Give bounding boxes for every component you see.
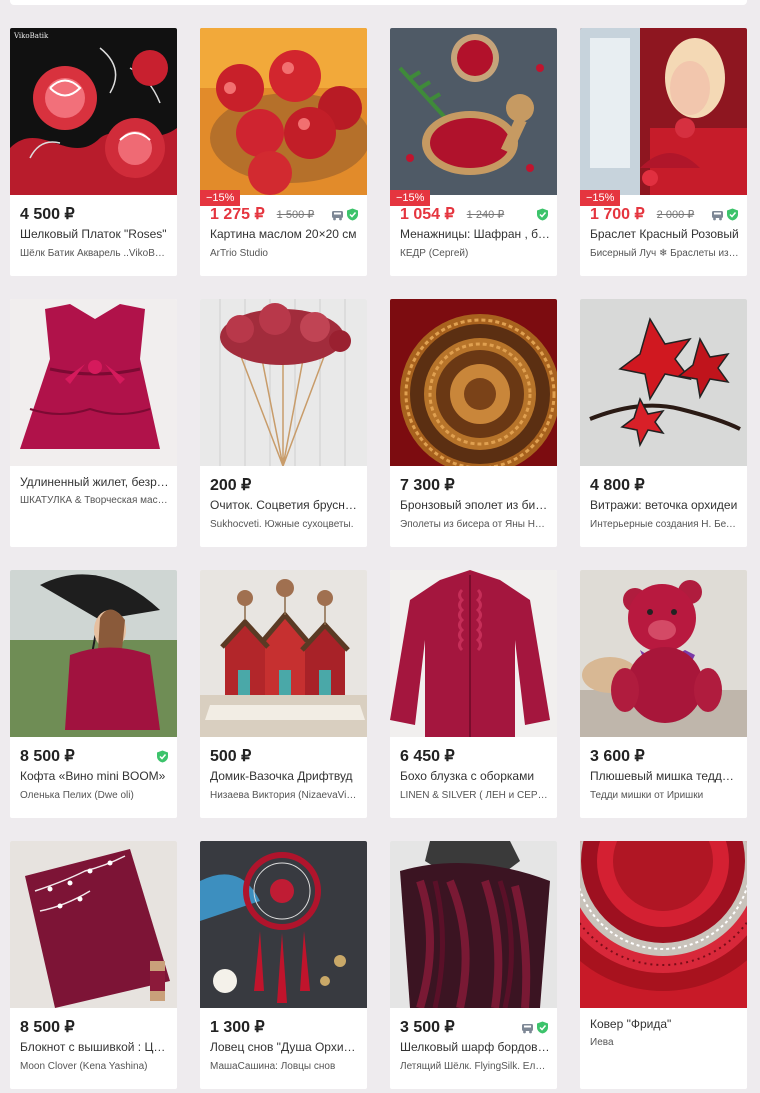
verified-shield-icon: [537, 1021, 548, 1033]
price: 1 300 ₽: [210, 1019, 265, 1036]
seller-name[interactable]: Бисерный Луч ❄ Браслеты из бисера: [590, 248, 740, 259]
product-title[interactable]: Витражи: веточка орхидеи: [590, 498, 740, 512]
verified-shield-icon: [537, 208, 548, 220]
verified-shield-icon: [157, 750, 168, 762]
price: 7 300 ₽: [400, 477, 455, 494]
product-image-stained-glass-orchid[interactable]: [580, 299, 747, 466]
product-image-dreamcatcher[interactable]: [200, 841, 367, 1008]
product-card[interactable]: 8 500 ₽ Кофта «Вино mini BOOM» Оленька П…: [10, 570, 177, 818]
verified-shield-icon: [727, 208, 738, 220]
seller-name[interactable]: Тедди мишки от Иришки: [590, 790, 740, 801]
price: 8 500 ₽: [20, 748, 75, 765]
product-card[interactable]: 3 500 ₽ Шелковый шарф бордовый Летящий Ш…: [390, 841, 557, 1089]
product-title[interactable]: Плюшевый мишка тедди Вишня: [590, 769, 740, 783]
seller-name[interactable]: МашаСашина: Ловцы снов: [210, 1061, 360, 1072]
product-image-boho-blouse[interactable]: [390, 570, 557, 737]
product-image-knit-sweater[interactable]: [10, 570, 177, 737]
product-title[interactable]: Бронзовый эполет из бисера: [400, 498, 550, 512]
product-card[interactable]: −15% 1 275 ₽ 1 500 ₽ Картина маслом 20×2…: [200, 28, 367, 276]
price: 8 500 ₽: [20, 1019, 75, 1036]
old-price: 1 240 ₽: [466, 208, 505, 221]
product-title[interactable]: Менажницы: Шафран , береза: [400, 227, 550, 241]
product-card[interactable]: −15% 1 700 ₽ 2 000 ₽ Браслет Красный Роз…: [580, 28, 747, 276]
price: 3 500 ₽: [400, 1019, 455, 1036]
product-card[interactable]: Ковер "Фрида" Иева: [580, 841, 747, 1089]
product-card[interactable]: 3 600 ₽ Плюшевый мишка тедди Вишня Тедди…: [580, 570, 747, 818]
verified-shield-icon: [347, 208, 358, 220]
previous-card-row-edge: [10, 0, 747, 5]
product-card[interactable]: VikoBatik 4 500 ₽ Шелковый Платок "Roses…: [10, 28, 177, 276]
seller-name[interactable]: ШКАТУЛКА & Творческая мастерская: [20, 495, 170, 506]
price: 1 700 ₽: [590, 206, 645, 223]
seller-name[interactable]: LINEN & SILVER ( ЛЕН и СЕРЕБРО ): [400, 790, 550, 801]
seller-name[interactable]: Иева: [590, 1037, 740, 1048]
product-image-driftwood-houses[interactable]: [200, 570, 367, 737]
price: 4 800 ₽: [590, 477, 645, 494]
seller-name[interactable]: Интерьерные создания Н. Беловой: [590, 519, 740, 530]
price: 200 ₽: [210, 477, 252, 494]
product-title[interactable]: Ковер "Фрида": [590, 1017, 740, 1031]
delivery-icon: [332, 210, 343, 220]
product-title[interactable]: Кофта «Вино mini BOOM»: [20, 769, 170, 783]
delivery-icon: [522, 1023, 533, 1033]
seller-name[interactable]: Летящий Шёлк. FlyingSilk. Елена: [400, 1061, 550, 1072]
seller-name[interactable]: Шёлк Батик Акварель ..VikoBatik: [20, 248, 170, 259]
seller-name[interactable]: КЕДР (Сергей): [400, 248, 550, 259]
product-card[interactable]: 500 ₽ Домик-Вазочка Дрифтвуд Низаева Вик…: [200, 570, 367, 818]
product-image-dried-flowers[interactable]: [200, 299, 367, 466]
old-price: 2 000 ₽: [656, 208, 695, 221]
product-title[interactable]: Браслет Красный Розовый: [590, 227, 740, 241]
product-card[interactable]: 4 800 ₽ Витражи: веточка орхидеи Интерье…: [580, 299, 747, 547]
product-title[interactable]: Очиток. Соцветия брусники: [210, 498, 360, 512]
delivery-icon: [712, 210, 723, 220]
brand-watermark: VikoBatik: [13, 32, 49, 40]
seller-name[interactable]: Эполеты из бисера от Яны Ноябрь: [400, 519, 550, 530]
price: 1 054 ₽: [400, 206, 455, 223]
seller-name[interactable]: Sukhocveti. Южные сухоцветы.: [210, 519, 360, 530]
price: 3 600 ₽: [590, 748, 645, 765]
product-card[interactable]: 200 ₽ Очиток. Соцветия брусники Sukhocve…: [200, 299, 367, 547]
product-title[interactable]: Блокнот с вышивкой : Цветы: [20, 1040, 170, 1054]
price: 1 275 ₽: [210, 206, 265, 223]
seller-name[interactable]: Низаева Виктория (NizaevaViktoria): [210, 790, 360, 801]
product-title[interactable]: Картина маслом 20×20 см: [210, 227, 360, 241]
product-card[interactable]: −15% 1 054 ₽ 1 240 ₽ Менажницы: Шафран ,…: [390, 28, 557, 276]
product-image-teddy-bear[interactable]: [580, 570, 747, 737]
seller-name[interactable]: Moon Clover (Kena Yashina): [20, 1061, 170, 1072]
product-card[interactable]: 7 300 ₽ Бронзовый эполет из бисера Эполе…: [390, 299, 557, 547]
product-image-cranberry-dish[interactable]: [390, 28, 557, 195]
seller-name[interactable]: ArTrio Studio: [210, 248, 360, 259]
product-title[interactable]: Шелковый шарф бордовый: [400, 1040, 550, 1054]
product-title[interactable]: Ловец снов "Душа Орхидеи": [210, 1040, 360, 1054]
product-card[interactable]: Удлиненный жилет, безрукавка ШКАТУЛКА & …: [10, 299, 177, 547]
product-card[interactable]: 1 300 ₽ Ловец снов "Душа Орхидеи" МашаСа…: [200, 841, 367, 1089]
old-price: 1 500 ₽: [276, 208, 315, 221]
product-image-knitted-vest[interactable]: [10, 299, 177, 466]
price: 500 ₽: [210, 748, 252, 765]
product-card[interactable]: 8 500 ₽ Блокнот с вышивкой : Цветы Moon …: [10, 841, 177, 1089]
product-image-apples-painting[interactable]: [200, 28, 367, 195]
product-image-silk-scarf-burgundy[interactable]: [390, 841, 557, 1008]
product-title[interactable]: Бохо блузка с оборками: [400, 769, 550, 783]
product-image-embroidered-notebook[interactable]: [10, 841, 177, 1008]
price: 4 500 ₽: [20, 206, 75, 223]
product-image-beaded-epaulet[interactable]: [390, 299, 557, 466]
product-title[interactable]: Шелковый Платок "Roses": [20, 227, 170, 241]
product-image-silk-scarf-roses[interactable]: VikoBatik: [10, 28, 177, 195]
price: 6 450 ₽: [400, 748, 455, 765]
product-title[interactable]: Домик-Вазочка Дрифтвуд: [210, 769, 360, 783]
product-card[interactable]: 6 450 ₽ Бохо блузка с оборками LINEN & S…: [390, 570, 557, 818]
product-title[interactable]: Удлиненный жилет, безрукавка: [20, 475, 170, 489]
product-image-frida-rug[interactable]: [580, 841, 747, 1008]
seller-name[interactable]: Оленька Пелих (Dwe oli): [20, 790, 170, 801]
product-image-red-bracelet[interactable]: [580, 28, 747, 195]
